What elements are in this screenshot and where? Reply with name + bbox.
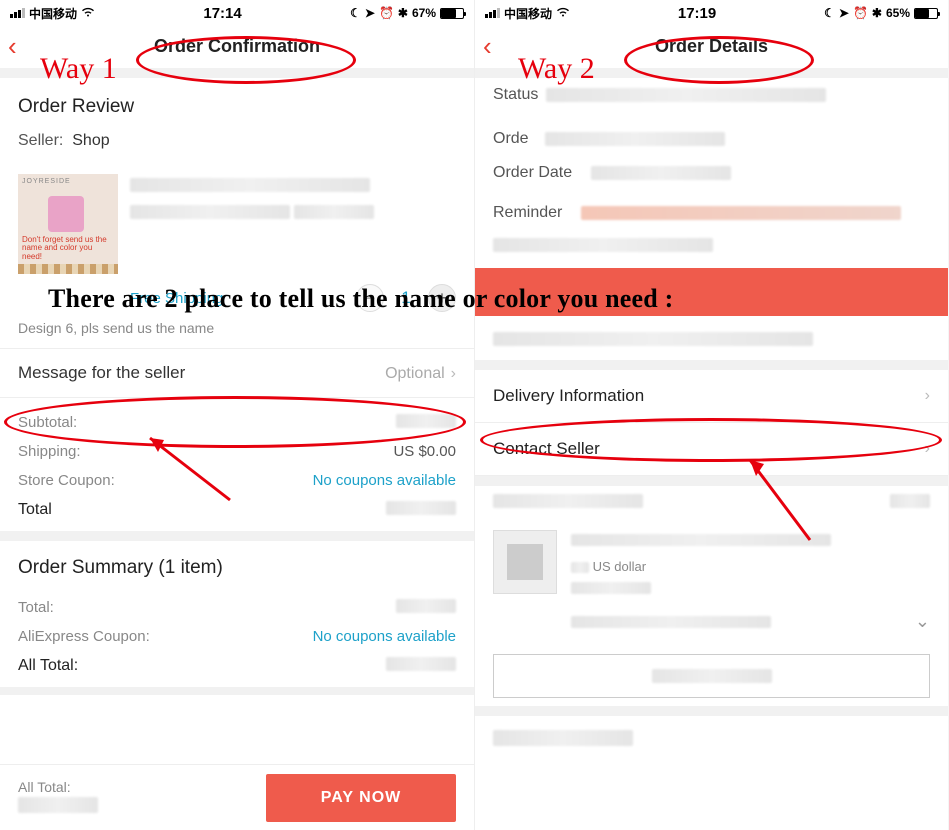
item-thumbnail: JOYRESIDE Don't forget send us the name … xyxy=(18,174,118,274)
bluetooth-icon: ✱ xyxy=(398,6,408,20)
order-date-value xyxy=(591,166,731,180)
battery-pct: 65% xyxy=(886,6,910,20)
seller-label: Seller: xyxy=(18,132,63,149)
pay-now-button[interactable]: PAY NOW xyxy=(266,774,456,822)
reminder-value xyxy=(581,206,901,220)
ae-coupon-value[interactable]: No coupons available xyxy=(313,628,456,645)
message-label: Message for the seller xyxy=(18,363,185,383)
do-not-disturb-icon: ☾ xyxy=(824,6,835,20)
thumb-brand: JOYRESIDE xyxy=(22,178,71,185)
wifi-icon xyxy=(556,6,570,20)
order-field-label: Orde xyxy=(493,130,537,148)
item-action-button[interactable] xyxy=(493,654,930,698)
chevron-right-icon: › xyxy=(451,365,456,382)
carrier-label: 中国移动 xyxy=(29,5,77,22)
bluetooth-icon: ✱ xyxy=(872,6,882,20)
contact-seller-label: Contact Seller xyxy=(493,439,600,459)
annotation-headline: There are 2 place to tell us the name or… xyxy=(48,284,929,314)
order-item[interactable]: US dollar ⌄ xyxy=(475,516,948,646)
message-hint: Optional xyxy=(385,365,445,382)
all-total-value xyxy=(386,657,456,671)
pay-bar: All Total: PAY NOW xyxy=(0,764,474,830)
battery-icon xyxy=(440,8,464,19)
signal-icon xyxy=(10,8,25,18)
chevron-right-icon: › xyxy=(925,440,930,458)
status-bar: 中国移动 17:14 ☾ ➤ ⏰ ✱ 67% xyxy=(0,0,474,24)
phone-left: 中国移动 17:14 ☾ ➤ ⏰ ✱ 67% ‹ Order Confirmat… xyxy=(0,0,474,830)
reminder-label: Reminder xyxy=(493,204,573,222)
subtotal-value xyxy=(396,414,456,428)
all-total-label: All Total: xyxy=(18,657,78,675)
seller-name: Shop xyxy=(72,132,109,149)
currency-hint: US dollar xyxy=(593,559,646,574)
signal-icon xyxy=(485,8,500,18)
location-icon: ➤ xyxy=(365,6,375,20)
total-value xyxy=(386,501,456,515)
paybar-all-total-label: All Total: xyxy=(18,779,266,795)
page-title: Order Confirmation xyxy=(154,36,320,57)
page-title: Order Details xyxy=(655,36,768,57)
store-coupon-label: Store Coupon: xyxy=(18,472,115,489)
order-summary-title: Order Summary (1 item) xyxy=(0,541,474,593)
location-icon: ➤ xyxy=(839,6,849,20)
ae-coupon-label: AliExpress Coupon: xyxy=(18,628,150,645)
total-label: Total xyxy=(18,501,52,519)
thumb-note: Don't forget send us the name and color … xyxy=(22,236,114,262)
store-coupon-value[interactable]: No coupons available xyxy=(313,472,456,489)
delivery-info-label: Delivery Information xyxy=(493,386,644,406)
status-field-value xyxy=(546,88,826,102)
summary-total-label: Total: xyxy=(18,599,54,616)
variant-note: Design 6, pls send us the name xyxy=(0,320,474,348)
order-date-label: Order Date xyxy=(493,164,583,182)
annotation-way2: Way 2 xyxy=(518,52,595,86)
order-field-value xyxy=(545,132,725,146)
contact-seller-row[interactable]: Contact Seller › xyxy=(475,423,948,476)
alarm-icon: ⏰ xyxy=(379,6,394,20)
message-for-seller-row[interactable]: Message for the seller Optional › xyxy=(0,348,474,397)
status-time: 17:19 xyxy=(570,5,824,22)
back-button[interactable]: ‹ xyxy=(8,31,17,62)
delivery-information-row[interactable]: Delivery Information › xyxy=(475,370,948,423)
subtotal-label: Subtotal: xyxy=(18,414,77,431)
shipping-value: US $0.00 xyxy=(393,443,456,460)
annotation-way1: Way 1 xyxy=(40,52,117,86)
alarm-icon: ⏰ xyxy=(853,6,868,20)
order-review-title: Order Review xyxy=(0,78,474,132)
expand-icon[interactable]: ⌄ xyxy=(915,611,930,632)
do-not-disturb-icon: ☾ xyxy=(350,6,361,20)
paybar-all-total-value xyxy=(18,797,98,813)
wifi-icon xyxy=(81,6,95,20)
summary-total-value xyxy=(396,599,456,613)
battery-pct: 67% xyxy=(412,6,436,20)
chevron-right-icon: › xyxy=(925,387,930,405)
carrier-label: 中国移动 xyxy=(504,5,552,22)
battery-icon xyxy=(914,8,938,19)
item-thumbnail xyxy=(493,530,557,594)
order-item[interactable]: JOYRESIDE Don't forget send us the name … xyxy=(0,164,474,280)
status-bar: 中国移动 17:19 ☾ ➤ ⏰ ✱ 65% xyxy=(475,0,948,24)
shipping-label: Shipping: xyxy=(18,443,81,460)
back-button[interactable]: ‹ xyxy=(483,31,492,62)
status-time: 17:14 xyxy=(95,5,350,22)
status-field-label: Status xyxy=(493,86,538,104)
phone-right: 中国移动 17:19 ☾ ➤ ⏰ ✱ 65% ‹ Order Details S… xyxy=(474,0,948,830)
